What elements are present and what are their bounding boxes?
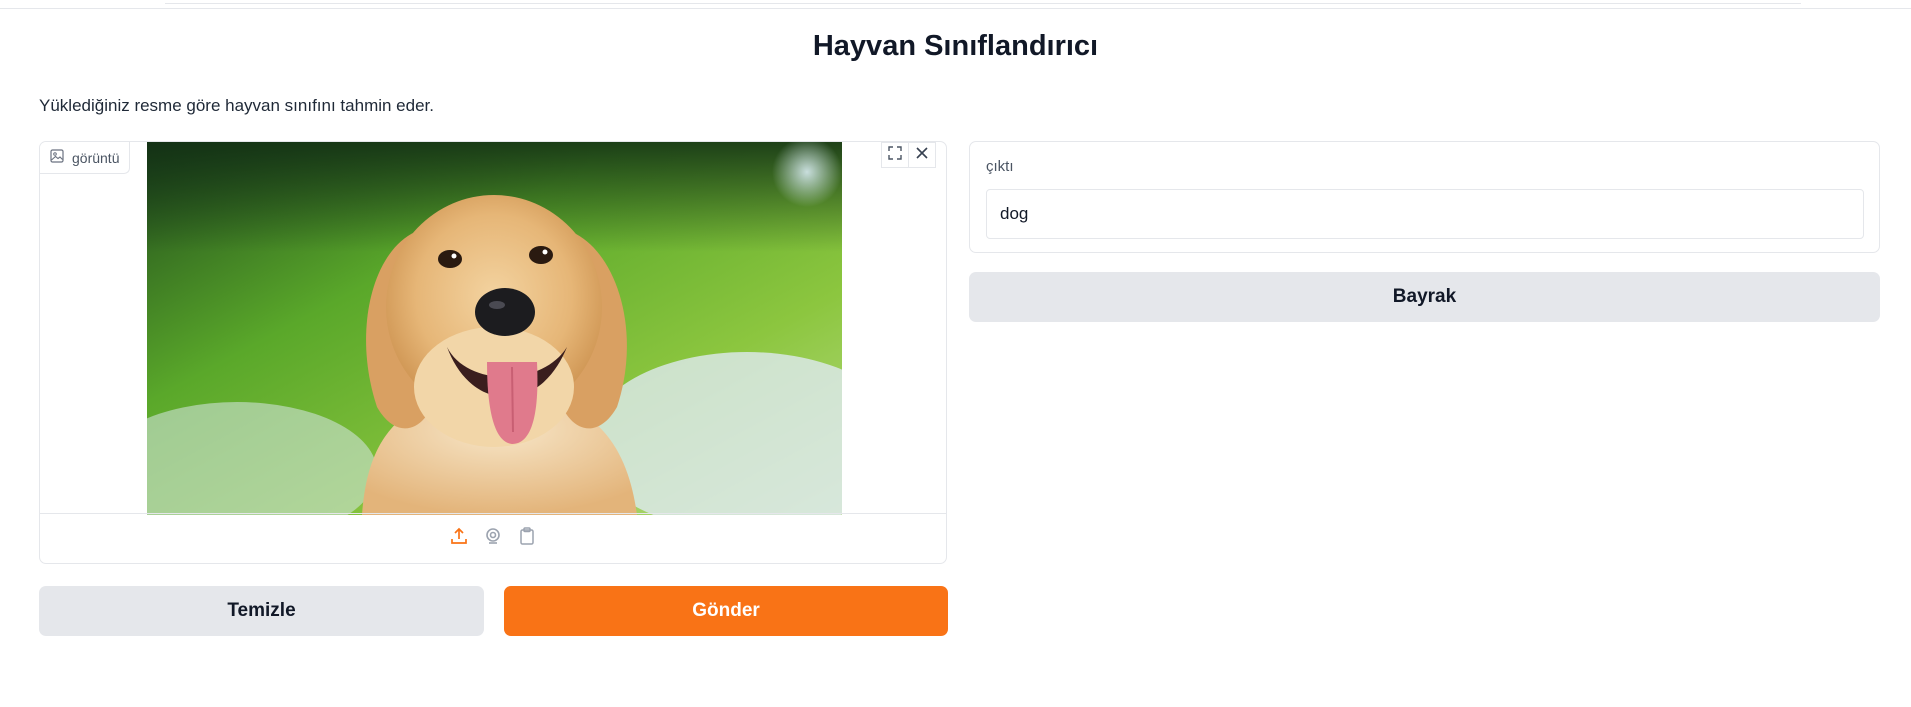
clear-button[interactable]: Temizle [39,586,484,636]
image-source-bar [40,513,946,563]
output-label: çıktı [986,158,1014,175]
close-icon [915,146,929,165]
flag-button[interactable]: Bayrak [969,272,1880,322]
clipboard-icon [518,527,536,550]
clear-image-button[interactable] [909,142,936,168]
upload-source-button[interactable] [448,527,470,550]
webcam-icon [484,527,502,550]
golden-retriever-photo [147,142,842,515]
fullscreen-icon [888,145,902,165]
output-panel: çıktı dog [969,141,1880,253]
top-divider [0,0,1911,9]
image-input-label-text: görüntü [72,149,120,166]
page-description: Yüklediğiniz resme göre hayvan sınıfını … [39,96,434,115]
fullscreen-button[interactable] [881,142,909,168]
clipboard-source-button[interactable] [516,527,538,550]
page-title: Hayvan Sınıflandırıcı [812,30,1099,62]
submit-button[interactable]: Gönder [504,586,948,636]
image-input-label: görüntü [40,142,131,174]
image-icon [50,149,64,166]
image-panel-tools [881,142,936,168]
upload-icon [450,527,468,550]
webcam-source-button[interactable] [482,528,504,550]
image-input-panel[interactable]: görüntü [39,141,947,564]
output-textbox[interactable]: dog [986,189,1864,239]
